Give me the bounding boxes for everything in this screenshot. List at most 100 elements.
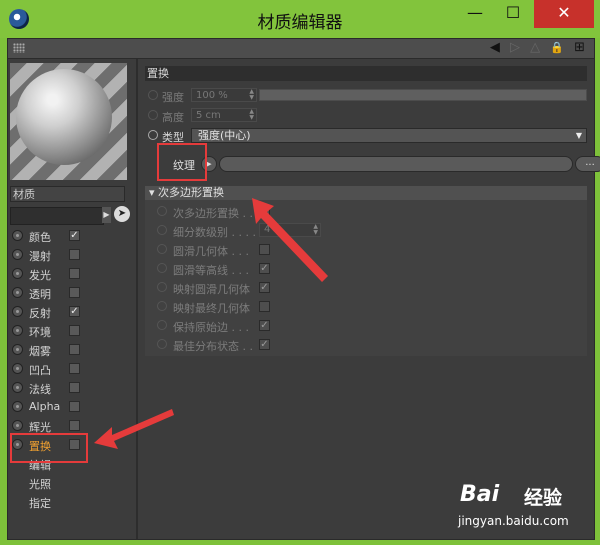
channel-checkbox[interactable] — [69, 287, 80, 298]
round-geometry-row: 圆滑几何体 . . . — [145, 241, 587, 259]
strength-slider[interactable] — [259, 89, 587, 101]
subpoly-section-header[interactable]: ▾ 次多边形置换 — [145, 186, 587, 200]
subpoly-row: 次多边形置换 . . — [145, 203, 587, 221]
channel-transparency[interactable]: 透明 — [12, 284, 130, 303]
height-radio[interactable] — [148, 110, 158, 120]
subdivision-level-row: 细分数级别 . . . . 4 ▲ ▼ — [145, 222, 587, 240]
material-link-arrow-icon[interactable]: ▶ — [102, 207, 111, 223]
back-arrow-icon[interactable]: ◀ — [490, 40, 503, 55]
row-radio[interactable] — [157, 320, 167, 330]
channel-radio[interactable] — [12, 230, 23, 241]
channel-radio[interactable] — [12, 420, 23, 431]
channel-checkbox[interactable] — [69, 420, 80, 431]
channel-radio[interactable] — [12, 249, 23, 260]
annotation-arrow-icon — [94, 409, 174, 449]
channel-radio[interactable] — [12, 287, 23, 298]
row-radio[interactable] — [157, 206, 167, 216]
channel-list: 颜色 ✓ 漫射 发光 透明 反射 ✓ 环境 烟雾 凹凸 法线 Alpha 辉光 置换… — [12, 227, 130, 512]
texture-field[interactable] — [219, 156, 573, 172]
strength-input[interactable]: 100 % ▲ ▼ — [191, 88, 257, 102]
channel-reflectance[interactable]: 反射 ✓ — [12, 303, 130, 322]
annotation-arrow-icon — [252, 198, 328, 282]
preview-sphere — [16, 69, 112, 165]
channel-radio[interactable] — [12, 306, 23, 317]
type-dropdown[interactable]: 强度(中心) ▼ — [191, 128, 587, 143]
channel-radio[interactable] — [12, 401, 23, 412]
pick-cursor-icon[interactable]: ➤ — [114, 206, 130, 222]
channel-color[interactable]: 颜色 ✓ — [12, 227, 130, 246]
channel-checkbox[interactable]: ✓ — [69, 306, 80, 317]
keep-original-edges-row: 保持原始边 . . . ✓ — [145, 317, 587, 335]
row-checkbox[interactable]: ✓ — [259, 339, 270, 350]
row-radio[interactable] — [157, 339, 167, 349]
minimize-button[interactable]: — — [458, 0, 492, 28]
channel-radio[interactable] — [12, 382, 23, 393]
row-radio[interactable] — [157, 244, 167, 254]
editor-toolbar: ◀ ▷ △ 🔒 ⊞ — [8, 39, 594, 59]
watermark-url: jingyan.baidu.com — [458, 514, 569, 528]
maximize-button[interactable]: ☐ — [496, 0, 530, 28]
material-link-field[interactable] — [10, 207, 104, 225]
channel-checkbox[interactable]: ✓ — [69, 230, 80, 241]
channel-checkbox[interactable] — [69, 249, 80, 260]
height-input[interactable]: 5 cm ▲ ▼ — [191, 108, 257, 122]
close-button[interactable]: ✕ — [534, 0, 594, 28]
row-radio[interactable] — [157, 301, 167, 311]
height-label: 高度 — [162, 111, 184, 124]
channel-checkbox[interactable] — [69, 363, 80, 374]
channel-radio[interactable] — [12, 344, 23, 355]
title-bar: 材质编辑器 — ☐ ✕ — [0, 0, 600, 38]
map-rounded-geometry-row: 映射圆滑几何体 ✓ — [145, 279, 587, 297]
channel-diffusion[interactable]: 漫射 — [12, 246, 130, 265]
channel-sidebar: 材质 ▶ ➤ 颜色 ✓ 漫射 发光 透明 反射 ✓ 环境 烟雾 凹凸 法线 Alph… — [8, 59, 138, 539]
displacement-highlight-box — [10, 433, 88, 463]
channel-checkbox[interactable] — [69, 401, 80, 412]
round-contour-row: 圆滑等高线 . . . ✓ — [145, 260, 587, 278]
baidu-watermark: Bai 经验 jingyan.baidu.com — [452, 476, 600, 545]
channel-checkbox[interactable] — [69, 382, 80, 393]
spinner-icon: ▲ ▼ — [249, 88, 254, 101]
row-checkbox[interactable]: ✓ — [259, 320, 270, 331]
channel-environment[interactable]: 环境 — [12, 322, 130, 341]
subpoly-panel: 次多边形置换 . . 细分数级别 . . . . 4 ▲ ▼ 圆滑几何体 . . . … — [145, 200, 587, 356]
channel-luminance[interactable]: 发光 — [12, 265, 130, 284]
up-arrow-icon[interactable]: △ — [530, 40, 543, 55]
type-row: 类型 强度(中心) ▼ — [145, 128, 587, 144]
material-preview[interactable] — [10, 63, 127, 180]
texture-row: 纹理 ▶ ... — [163, 154, 600, 174]
channel-checkbox[interactable] — [69, 268, 80, 279]
watermark-brand: Bai — [460, 482, 500, 507]
channel-fog[interactable]: 烟雾 — [12, 341, 130, 360]
row-checkbox[interactable] — [259, 301, 270, 312]
strength-row: 强度 100 % ▲ ▼ — [145, 88, 587, 104]
row-radio[interactable] — [157, 263, 167, 273]
sidebar-item-assign[interactable]: 指定 — [12, 493, 130, 512]
texture-highlight-box — [157, 143, 207, 181]
channel-radio[interactable] — [12, 268, 23, 279]
toolbar-grip-icon[interactable] — [13, 43, 25, 53]
channel-radio[interactable] — [12, 363, 23, 374]
toolbar-icons: ◀ ▷ △ 🔒 ⊞ — [490, 40, 588, 55]
section-title: 置换 — [145, 66, 587, 81]
strength-radio[interactable] — [148, 90, 158, 100]
strength-label: 强度 — [162, 91, 184, 104]
channel-radio[interactable] — [12, 325, 23, 336]
row-radio[interactable] — [157, 282, 167, 292]
type-radio[interactable] — [148, 130, 158, 140]
map-result-geometry-row: 映射最终几何体 — [145, 298, 587, 316]
channel-bump[interactable]: 凹凸 — [12, 360, 130, 379]
height-row: 高度 5 cm ▲ ▼ — [145, 108, 587, 124]
best-distribution-row: 最佳分布状态 . . ✓ — [145, 336, 587, 354]
new-window-icon[interactable]: ⊞ — [574, 40, 588, 55]
channel-checkbox[interactable] — [69, 344, 80, 355]
watermark-brand-suffix: 经验 — [524, 487, 563, 509]
row-radio[interactable] — [157, 225, 167, 235]
displacement-panel: 置换 强度 100 % ▲ ▼ 高度 5 cm ▲ ▼ 类型 强度(中心) ▼ 纹理 ▶ … — [145, 66, 600, 536]
sidebar-item-illumination[interactable]: 光照 — [12, 474, 130, 493]
channel-checkbox[interactable] — [69, 325, 80, 336]
material-name-field[interactable]: 材质 — [10, 186, 125, 202]
chevron-down-icon: ▼ — [575, 131, 582, 140]
lock-icon[interactable]: 🔒 — [550, 41, 567, 54]
forward-arrow-icon[interactable]: ▷ — [510, 40, 523, 55]
texture-browse-button[interactable]: ... — [575, 156, 600, 172]
